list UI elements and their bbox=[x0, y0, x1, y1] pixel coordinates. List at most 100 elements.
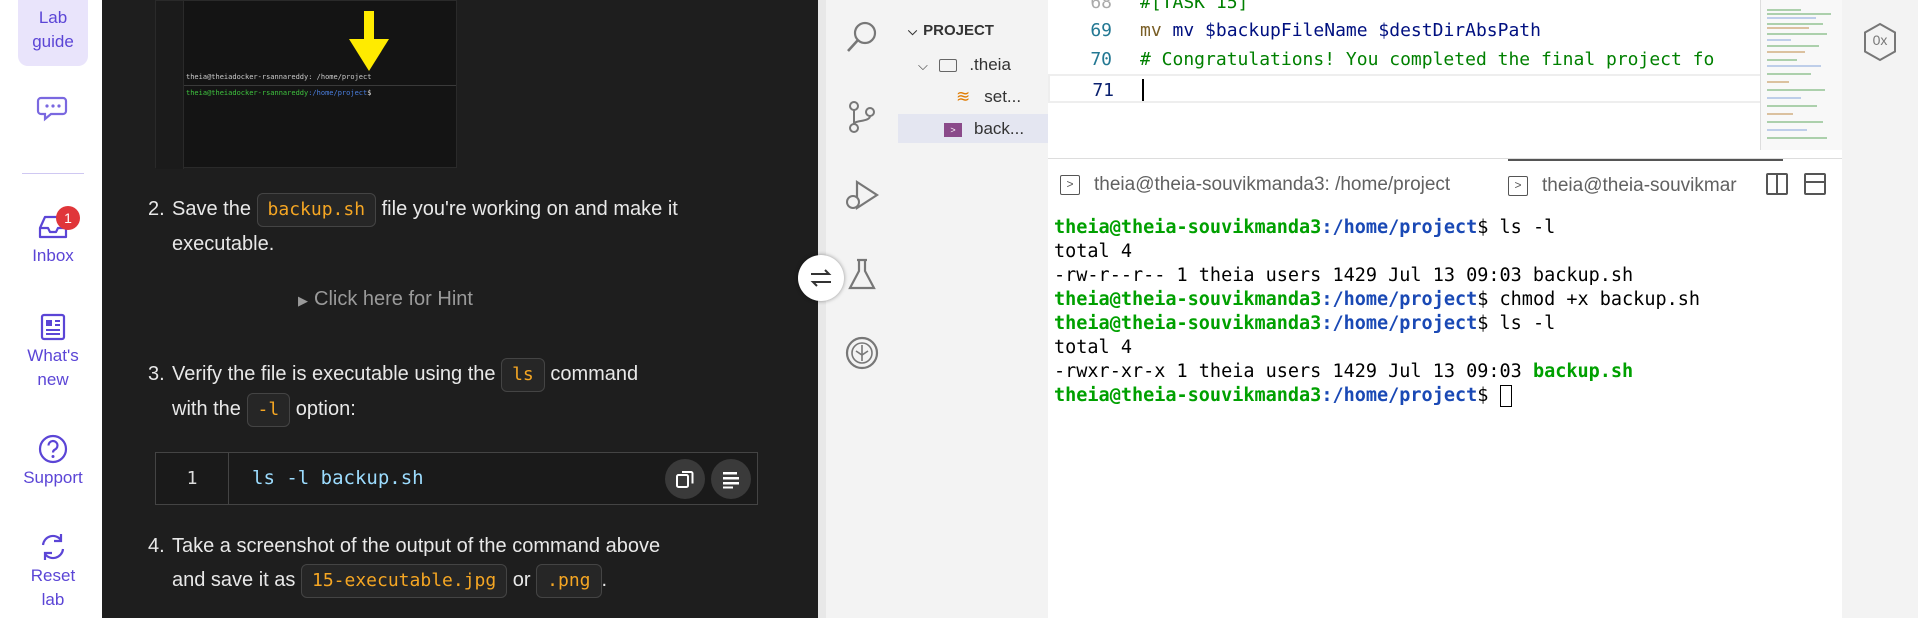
editor-line: 70 # Congratulations! You completed the f… bbox=[1048, 45, 1808, 74]
copy-icon bbox=[676, 471, 694, 488]
explorer-folder-theia[interactable]: ⌵ .theia bbox=[898, 50, 1048, 79]
editor-line-number: 70 bbox=[1090, 49, 1112, 70]
editor-line-number: 71 bbox=[1092, 80, 1114, 101]
terminal-cursor bbox=[1499, 385, 1512, 407]
editor-line: 69 mv mv $backupFileName $destDirAbsPath bbox=[1048, 16, 1808, 45]
nav-lab-guide-label: Lab guide bbox=[32, 8, 74, 51]
terminal-line: theia@theia-souvikmanda3:/home/project$ … bbox=[1054, 313, 1556, 334]
step-4-text-or: or bbox=[512, 569, 531, 591]
left-nav: Lab guide 1 Inbox What's new Support Res… bbox=[0, 0, 102, 618]
terminal-tabs: > theia@theia-souvikmanda3: /home/project… bbox=[1048, 159, 1842, 211]
nav-chat[interactable] bbox=[18, 90, 88, 124]
screenshot-tab-separator bbox=[184, 85, 456, 86]
terminal-line: theia@theia-souvikmanda3:/home/project$ … bbox=[1054, 217, 1556, 238]
file-label-settings: set... bbox=[984, 87, 1022, 106]
nav-support[interactable]: Support bbox=[18, 432, 88, 490]
nav-whats-new[interactable]: What's new bbox=[18, 310, 88, 392]
hex-label: 0x bbox=[1872, 32, 1888, 48]
chevron-down-icon: ⌵ bbox=[918, 58, 928, 73]
flask-icon[interactable] bbox=[843, 256, 881, 294]
hex-0x-icon[interactable]: 0x bbox=[1862, 22, 1898, 62]
triangle-right-icon: ▶ bbox=[298, 293, 308, 308]
nav-inbox[interactable]: 1 Inbox bbox=[18, 206, 88, 268]
step-4-code-jpg: 15-executable.jpg bbox=[300, 564, 508, 598]
hint-label: Click here for Hint bbox=[314, 288, 473, 310]
editor-cursor bbox=[1142, 79, 1144, 101]
run-debug-icon[interactable] bbox=[843, 176, 881, 214]
split-terminal-icon[interactable] bbox=[1766, 173, 1788, 195]
nav-separator bbox=[22, 173, 84, 174]
lab-guide-panel: theia@theiadocker-rsannareddy: /home/pro… bbox=[102, 0, 818, 618]
right-sidebar: 0x bbox=[1842, 0, 1918, 618]
activity-bar bbox=[826, 0, 898, 618]
code-content[interactable]: ls -l backup.sh bbox=[252, 453, 424, 504]
step-4-line1: Take a screenshot of the output of the c… bbox=[172, 535, 661, 557]
terminal-output: theia@theia-souvikmanda3:/home/project$ … bbox=[1054, 216, 1700, 408]
step-2-number: 2. bbox=[148, 198, 165, 220]
code-editor[interactable]: 68 #[TASK 15] 69 mv mv $backupFileName $de… bbox=[1048, 0, 1842, 158]
terminal-line: total 4 bbox=[1054, 337, 1132, 358]
code-line-number: 1 bbox=[156, 453, 229, 504]
terminal-line: theia@theia-souvikmanda3:/home/project$ bbox=[1054, 384, 1700, 408]
execute-code-button[interactable] bbox=[711, 459, 751, 499]
step-3-text-after: option: bbox=[295, 398, 356, 420]
terminal-file-icon: > bbox=[944, 122, 962, 137]
help-icon bbox=[38, 434, 68, 464]
chat-icon bbox=[36, 96, 68, 122]
step-3-text-before: Verify the file is executable using the bbox=[172, 363, 496, 385]
refresh-icon bbox=[41, 534, 65, 560]
terminal-icon: > bbox=[1060, 175, 1080, 195]
panel-divider[interactable] bbox=[818, 0, 826, 618]
terminal-line: -rwxr-xr-x 1 theia users 1429 Jul 13 09:… bbox=[1054, 361, 1634, 382]
nav-reset-lab-label: Reset lab bbox=[30, 566, 76, 609]
step-2: 2. Save the backup.sh file you're workin… bbox=[148, 192, 732, 261]
step-2-code: backup.sh bbox=[256, 193, 377, 227]
terminal-line: -rw-r--r-- 1 theia users 1429 Jul 13 09:… bbox=[1054, 265, 1634, 286]
search-icon[interactable] bbox=[843, 18, 881, 56]
swap-panels-button[interactable] bbox=[798, 255, 844, 301]
terminal-panel[interactable]: > theia@theia-souvikmanda3: /home/project… bbox=[1048, 158, 1842, 618]
maximize-panel-icon[interactable] bbox=[1804, 173, 1826, 195]
terminal-tab-1-label: theia@theia-souvikmanda3: /home/project bbox=[1094, 174, 1451, 195]
terminal-tab-2-label: theia@theia-souvikmar bbox=[1542, 175, 1737, 196]
arrow-down-icon bbox=[349, 11, 389, 71]
newspaper-icon bbox=[40, 313, 66, 341]
step-4-number: 4. bbox=[148, 535, 165, 557]
folder-icon bbox=[938, 59, 957, 73]
editor-minimap[interactable] bbox=[1760, 0, 1842, 150]
step-4-text-before: and save it as bbox=[172, 569, 296, 591]
terminal-tab-2[interactable]: > theia@theia-souvikmar bbox=[1508, 159, 1783, 211]
terminal-line: theia@theia-souvikmanda3:/home/project$ … bbox=[1054, 289, 1701, 310]
explorer-section-label: PROJECT bbox=[923, 22, 994, 39]
screenshot-tab-title: theia@theiadocker-rsannareddy: /home/pro… bbox=[186, 73, 372, 81]
folder-label: .theia bbox=[969, 55, 1011, 74]
step-3-text-with: with the bbox=[172, 398, 241, 420]
explorer-file-settings[interactable]: ≋ set... bbox=[898, 82, 1048, 111]
hint-toggle[interactable]: ▶ Click here for Hint bbox=[298, 288, 473, 311]
copy-code-button[interactable] bbox=[665, 459, 705, 499]
explorer-section-project[interactable]: ⌵ PROJECT bbox=[898, 16, 1048, 45]
step-3-code-option: -l bbox=[246, 393, 291, 427]
terminal-tab-1[interactable]: > theia@theia-souvikmanda3: /home/project bbox=[1060, 159, 1480, 211]
database-icon: ≋ bbox=[956, 87, 971, 106]
inbox-badge: 1 bbox=[56, 206, 80, 230]
nav-reset-lab[interactable]: Reset lab bbox=[18, 530, 88, 612]
editor-line-number: 69 bbox=[1090, 20, 1112, 41]
nav-inbox-label: Inbox bbox=[32, 246, 74, 265]
chevron-down-icon: ⌵ bbox=[908, 24, 918, 38]
lines-icon bbox=[723, 472, 739, 489]
source-control-icon[interactable] bbox=[843, 98, 881, 136]
step-4-period: . bbox=[601, 569, 608, 591]
screenshot-activity-bar bbox=[156, 1, 184, 169]
editor-line-current: 71 bbox=[1048, 74, 1808, 103]
editor-line-text: # Congratulations! You completed the fin… bbox=[1140, 49, 1715, 70]
extension-tree-icon[interactable] bbox=[843, 334, 881, 372]
minimap-preview bbox=[1767, 9, 1831, 139]
explorer-file-backup[interactable]: > back... bbox=[898, 114, 1048, 143]
nav-lab-guide[interactable]: Lab guide bbox=[18, 0, 88, 66]
file-label-backup: back... bbox=[974, 119, 1025, 138]
editor-line-text: mv mv $backupFileName $destDirAbsPath bbox=[1140, 20, 1541, 41]
step-2-text-before: Save the bbox=[172, 198, 251, 220]
step-3-text-middle: command bbox=[550, 363, 639, 385]
step-3-number: 3. bbox=[148, 363, 165, 385]
